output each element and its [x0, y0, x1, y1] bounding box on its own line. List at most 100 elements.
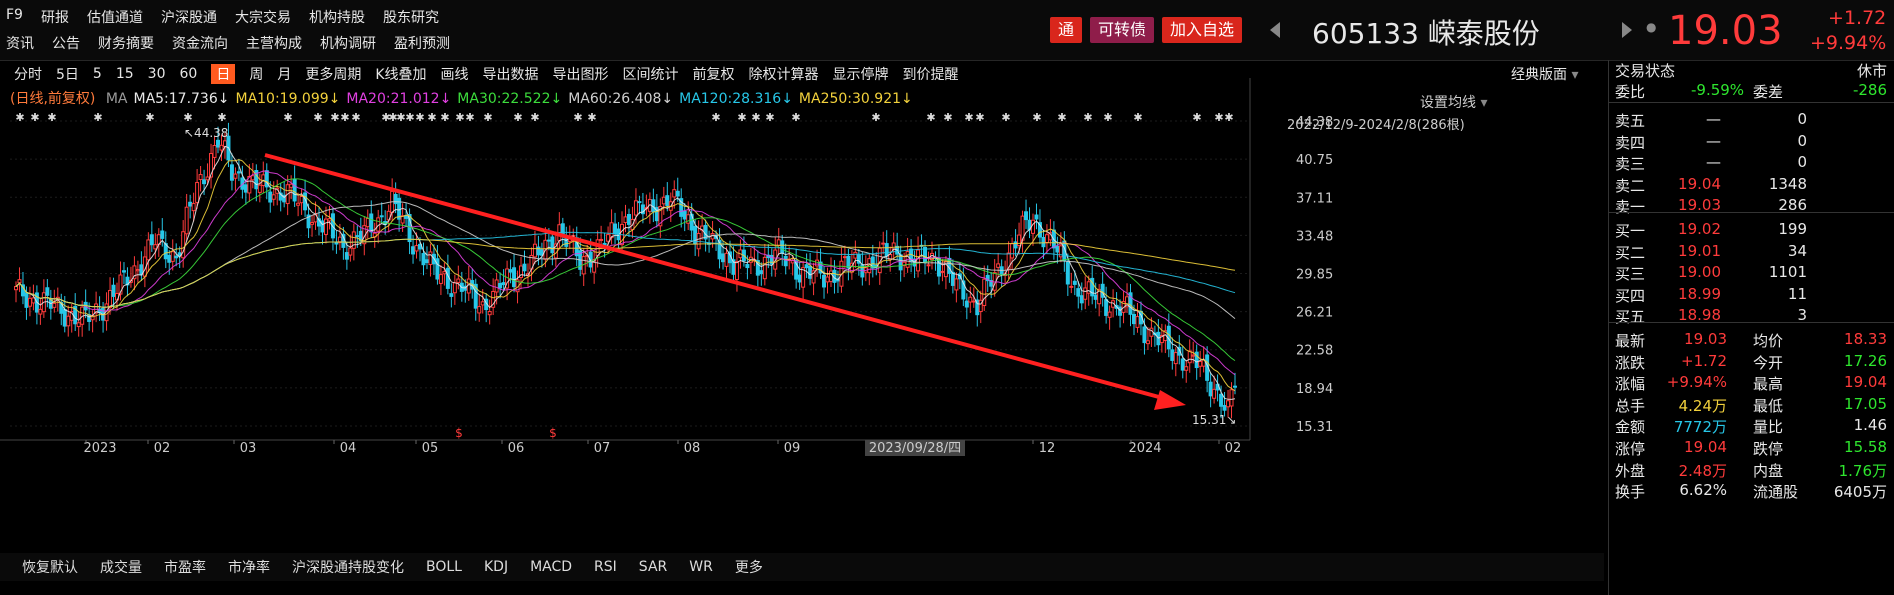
event-marker[interactable]: ✱ [145, 111, 154, 124]
indicator-tab[interactable]: 市盈率 [164, 557, 206, 577]
indicator-tab[interactable]: 成交量 [100, 557, 142, 577]
candle-body [1173, 352, 1178, 365]
candle-body [1212, 388, 1217, 399]
candle-body [1076, 288, 1081, 297]
event-marker[interactable]: ✱ [587, 111, 596, 124]
indicator-tab[interactable]: RSI [594, 559, 617, 575]
next-stock-icon[interactable] [1622, 22, 1632, 38]
event-marker[interactable]: ✱ [1032, 111, 1041, 124]
event-marker[interactable]: ✱ [513, 111, 522, 124]
event-marker[interactable]: ✱ [871, 111, 880, 124]
event-marker[interactable]: ✱ [1133, 111, 1142, 124]
indicator-tab[interactable]: SAR [639, 559, 667, 575]
event-marker[interactable]: ✱ [711, 111, 720, 124]
y-tick-label: 18.94 [1296, 382, 1333, 397]
event-marker[interactable]: ✱ [1057, 111, 1066, 124]
stat-value: 15.58 [1844, 438, 1887, 456]
event-marker[interactable]: ✱ [975, 111, 984, 124]
indicator-tab[interactable]: KDJ [484, 559, 508, 575]
indicator-tab[interactable]: BOLL [426, 559, 462, 575]
event-marker[interactable]: ✱ [396, 111, 405, 124]
event-marker[interactable]: ✱ [405, 111, 414, 124]
candle-body [494, 279, 499, 293]
trend-arrow-line[interactable] [264, 153, 1171, 402]
order-volume: 0 [1797, 153, 1807, 172]
event-marker[interactable]: ✱ [183, 111, 192, 124]
candle-body [442, 271, 447, 275]
candle-body [846, 255, 851, 269]
candle-body [546, 239, 551, 242]
indicator-tab[interactable]: 沪深股通持股变化 [292, 557, 404, 577]
event-marker[interactable]: ✱ [943, 111, 952, 124]
event-marker[interactable]: ✱ [93, 111, 102, 124]
event-marker[interactable]: ✱ [15, 111, 24, 124]
event-marker[interactable]: ✱ [737, 111, 746, 124]
kline-chart[interactable]: 44.38 40.75 37.11 33.48 29.85 26.21 22.58 18.94… [0, 0, 1604, 553]
event-marker[interactable]: ✱ [530, 111, 539, 124]
indicator-tab[interactable]: WR [689, 559, 713, 575]
event-marker[interactable]: ✱ [283, 111, 292, 124]
candle-body [428, 251, 433, 265]
candle-body [404, 215, 409, 219]
x-tick-label: 2023/09/28/四 [869, 441, 961, 456]
candle-body [205, 176, 210, 181]
candle-body [1034, 214, 1039, 220]
candle-body [1226, 400, 1231, 408]
event-marker[interactable]: ✱ [1083, 111, 1092, 124]
candle-body [1044, 234, 1049, 244]
event-marker[interactable]: ✱ [330, 111, 339, 124]
event-marker[interactable]: ✱ [415, 111, 424, 124]
event-marker[interactable]: ✱ [926, 111, 935, 124]
event-marker[interactable]: ✱ [964, 111, 973, 124]
event-marker[interactable]: ✱ [765, 111, 774, 124]
candle-body [146, 239, 151, 261]
candle-body [783, 255, 788, 267]
event-marker[interactable]: ✱ [1001, 111, 1010, 124]
event-marker[interactable]: ✱ [1214, 111, 1223, 124]
candle-body [1198, 361, 1203, 367]
x-tick-label: 09 [784, 441, 801, 456]
indicator-tab[interactable]: 恢复默认 [22, 557, 78, 577]
event-marker[interactable]: ✱ [427, 111, 436, 124]
indicator-tab[interactable]: 更多 [735, 557, 763, 577]
event-marker[interactable]: ✱ [313, 111, 322, 124]
event-marker[interactable]: ✱ [751, 111, 760, 124]
candle-body [804, 264, 809, 269]
candle-body [1083, 287, 1088, 300]
event-marker[interactable]: ✱ [483, 111, 492, 124]
event-marker[interactable]: ✱ [1224, 111, 1233, 124]
event-marker[interactable]: ✱ [791, 111, 800, 124]
event-marker[interactable]: ✱ [351, 111, 360, 124]
event-marker[interactable]: ✱ [440, 111, 449, 124]
event-marker[interactable]: ✱ [47, 111, 56, 124]
candle-body [424, 259, 429, 264]
dividend-marker[interactable]: $ [455, 426, 463, 440]
candle-body [623, 216, 628, 223]
candle-body [1219, 393, 1224, 407]
event-marker[interactable]: ✱ [1192, 111, 1201, 124]
candle-body [62, 309, 67, 327]
candle-body [452, 282, 457, 294]
candle-body [45, 287, 50, 296]
event-marker[interactable]: ✱ [217, 111, 226, 124]
candle-body [1187, 350, 1192, 364]
event-marker[interactable]: ✱ [573, 111, 582, 124]
indicator-tab[interactable]: MACD [530, 559, 572, 575]
event-marker[interactable]: ✱ [340, 111, 349, 124]
order-volume: 1101 [1768, 263, 1807, 282]
event-marker[interactable]: ✱ [1103, 111, 1112, 124]
event-marker[interactable]: ✱ [455, 111, 464, 124]
candle-body [599, 238, 604, 241]
candle-body [828, 270, 833, 282]
candle-body [379, 215, 384, 218]
candle-body [808, 265, 813, 279]
candle-body [675, 190, 680, 197]
candle-body [1229, 389, 1234, 407]
candle-body [310, 221, 315, 225]
dividend-marker[interactable]: $ [549, 426, 557, 440]
event-marker[interactable]: ✱ [465, 111, 474, 124]
indicator-tab[interactable]: 市净率 [228, 557, 270, 577]
info-dot-icon[interactable]: ● [1646, 20, 1656, 34]
event-marker[interactable]: ✱ [30, 111, 39, 124]
candle-body [268, 191, 273, 203]
